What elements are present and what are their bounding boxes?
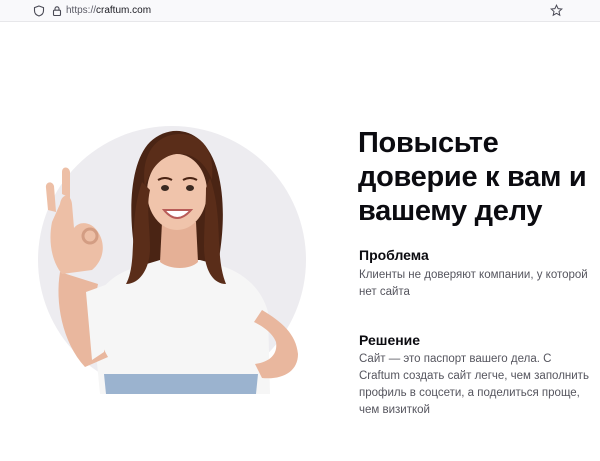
url-host: craftum.com bbox=[96, 5, 152, 16]
lock-icon[interactable] bbox=[50, 4, 63, 17]
problem-text: Клиенты не доверяют компании, у которой … bbox=[359, 269, 588, 298]
page-content: Повысьте доверие к вам и вашему делу Про… bbox=[0, 22, 600, 461]
solution-title: Решение bbox=[359, 332, 421, 348]
url-scheme: https:// bbox=[66, 5, 97, 16]
star-icon[interactable] bbox=[550, 4, 563, 17]
problem-title: Проблема bbox=[359, 247, 429, 263]
browser-address-bar: https://craftum.com bbox=[0, 0, 600, 22]
solution-text: Сайт — это паспорт вашего дела. С Craftu… bbox=[359, 353, 589, 416]
shield-icon[interactable] bbox=[32, 4, 45, 17]
url-field[interactable]: https://craftum.com bbox=[66, 4, 151, 17]
hero-headline: Повысьте доверие к вам и вашему делу bbox=[358, 127, 587, 227]
